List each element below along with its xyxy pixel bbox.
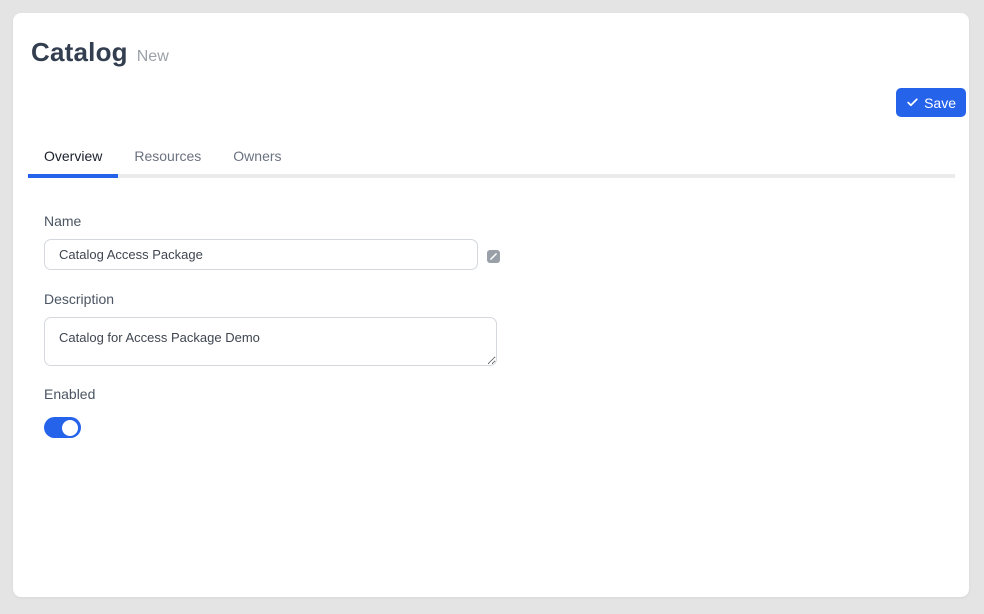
- enabled-label: Enabled: [44, 386, 95, 402]
- page-title: Catalog: [31, 37, 128, 68]
- check-icon: [906, 96, 919, 109]
- page-subtitle: New: [137, 48, 169, 66]
- description-label: Description: [44, 291, 114, 307]
- tab-owners[interactable]: Owners: [217, 138, 297, 174]
- tab-overview[interactable]: Overview: [28, 138, 118, 174]
- name-input[interactable]: [44, 239, 478, 270]
- save-button[interactable]: Save: [896, 88, 966, 117]
- tab-track: [28, 174, 955, 178]
- tab-owners-label: Owners: [233, 148, 281, 164]
- pencil-icon[interactable]: [487, 250, 500, 263]
- save-button-label: Save: [924, 95, 956, 111]
- toggle-knob: [62, 420, 78, 436]
- enabled-toggle[interactable]: [44, 417, 81, 438]
- tab-resources[interactable]: Resources: [118, 138, 217, 174]
- description-textarea[interactable]: Catalog for Access Package Demo: [44, 317, 497, 366]
- tab-resources-label: Resources: [134, 148, 201, 164]
- page-header: Catalog New: [31, 37, 169, 68]
- tab-bar: Overview Resources Owners: [28, 138, 955, 178]
- name-label: Name: [44, 213, 81, 229]
- tab-overview-label: Overview: [44, 148, 102, 164]
- catalog-card: Catalog New Save Overview Resources Owne…: [13, 13, 969, 597]
